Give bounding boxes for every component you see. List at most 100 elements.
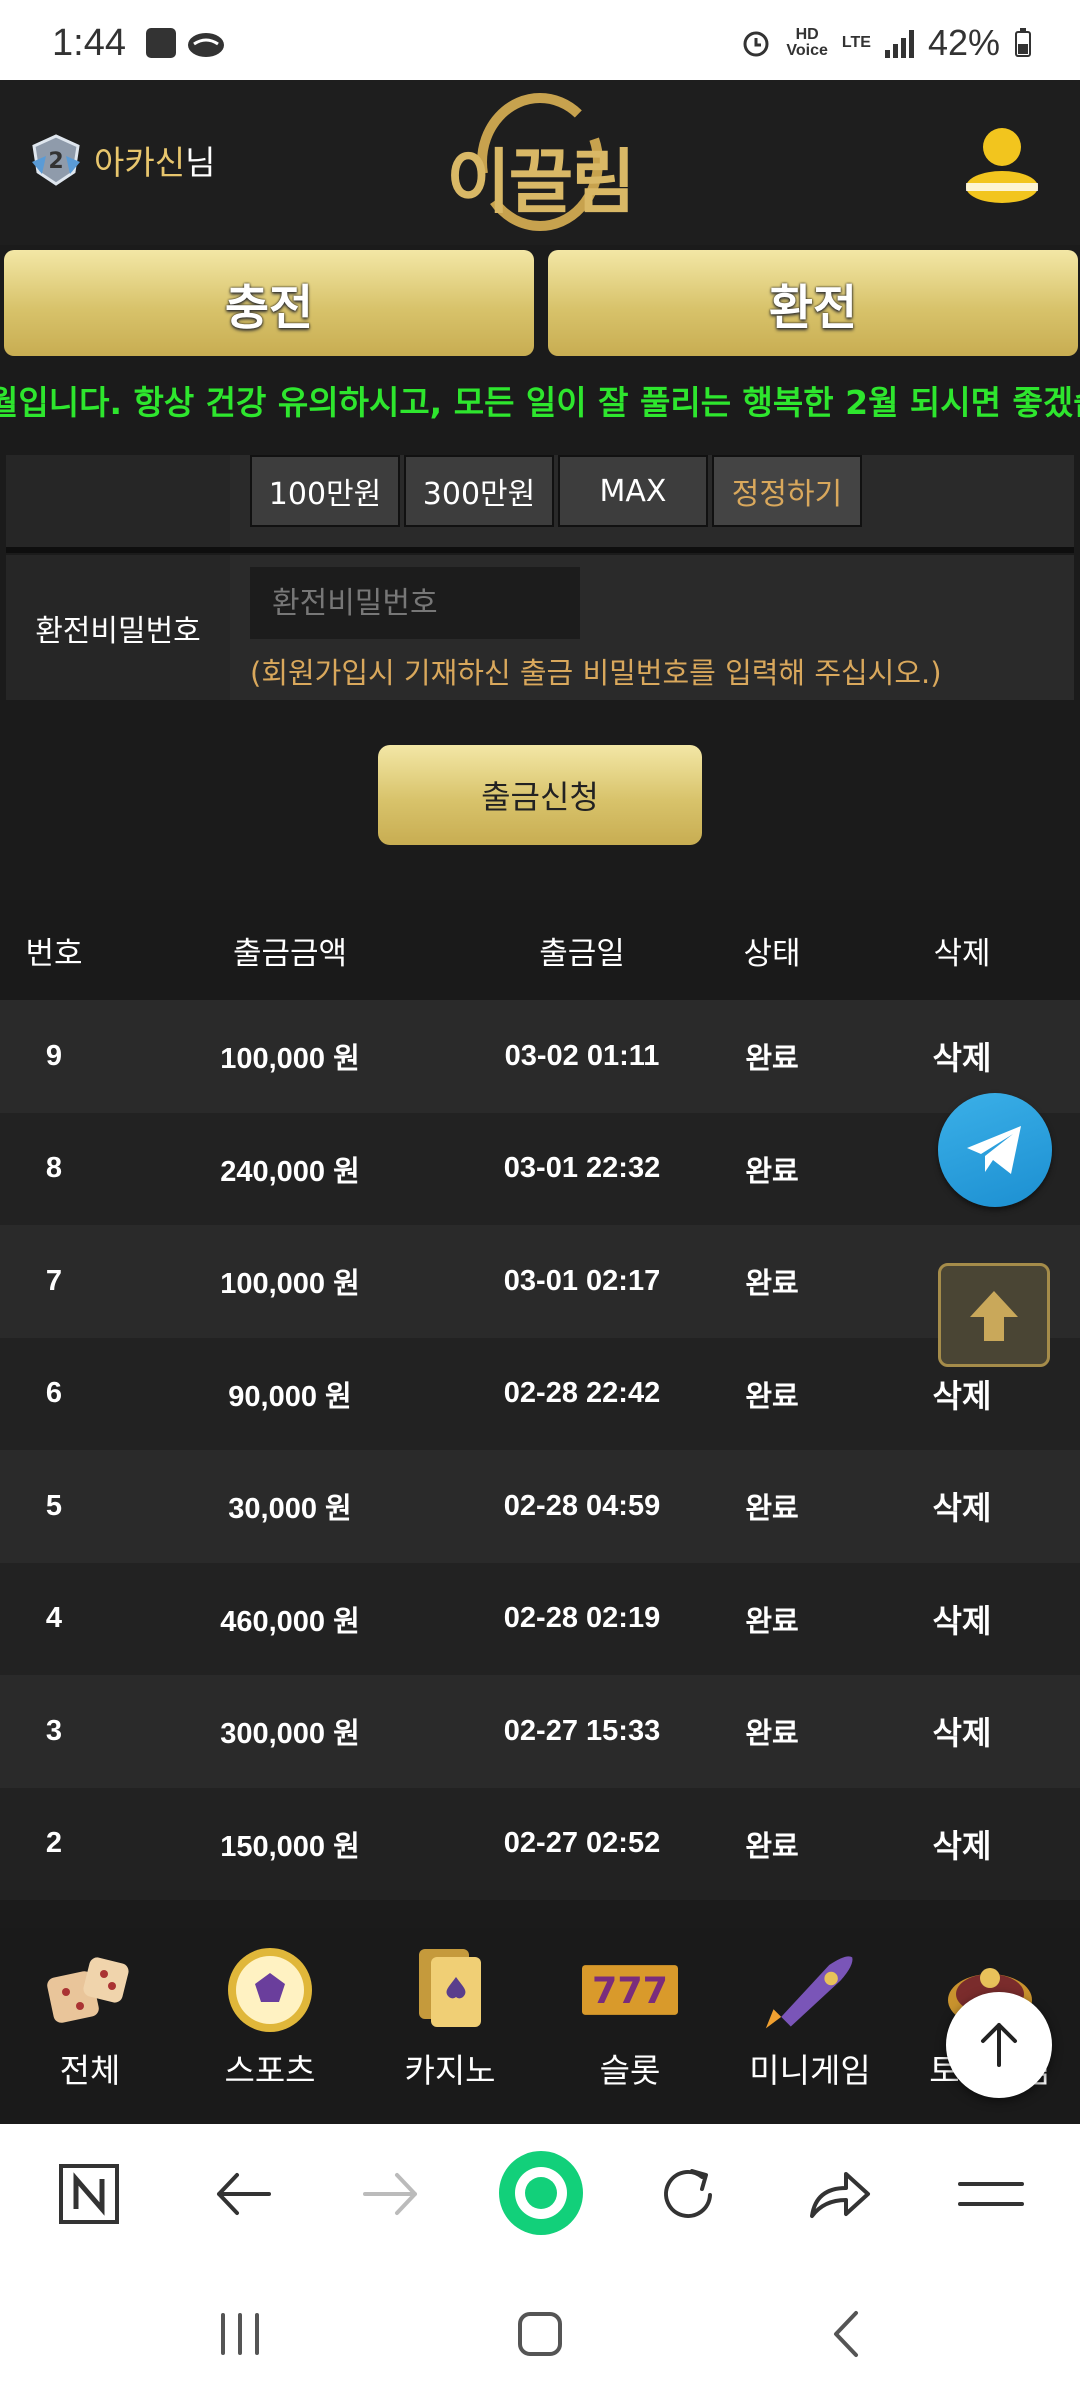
amount-1m-button[interactable]: 100만원 — [250, 455, 400, 527]
site-header: 2 아카신님 이끌림 — [0, 80, 1080, 245]
table-row: 7 100,000 원 03-01 02:17 완료 — [0, 1225, 1080, 1338]
row-no: 5 — [45, 1489, 63, 1522]
exchange-button[interactable]: 환전 — [548, 250, 1078, 356]
row-amount: 30,000 원 — [228, 1493, 352, 1526]
charge-button[interactable]: 충전 — [4, 250, 534, 356]
site-logo[interactable]: 이끌림 — [430, 90, 650, 240]
nav-label: 미니게임 — [749, 2051, 871, 2090]
share-button[interactable] — [804, 2159, 874, 2229]
row-amount: 300,000 원 — [220, 1718, 360, 1751]
row-status: 완료 — [745, 1718, 799, 1751]
scroll-top-button[interactable] — [938, 1263, 1050, 1367]
table-row: 5 30,000 원 02-28 04:59 완료 삭제 — [0, 1450, 1080, 1563]
nav-item-slot[interactable]: 777 슬롯 — [550, 1948, 710, 2092]
share-arrow-icon — [810, 2172, 870, 2218]
amount-row: 100만원 300만원 MAX 정정하기 — [6, 455, 1074, 547]
level-badge-icon: 2 — [32, 134, 80, 186]
task-check-icon — [146, 28, 176, 58]
green-dot-button[interactable] — [498, 2150, 584, 2236]
amount-max-button[interactable]: MAX — [558, 455, 708, 527]
col-amount: 출금금액 — [232, 935, 348, 972]
withdraw-request-button[interactable]: 출금신청 — [378, 745, 702, 845]
nav-item-casino[interactable]: 카지노 — [370, 1948, 530, 2092]
home-button[interactable] — [510, 2309, 570, 2359]
battery-percent: 42% — [927, 22, 1000, 63]
status-time: 1:44 — [52, 22, 126, 64]
network-type: LTE — [841, 34, 871, 51]
nav-item-all[interactable]: 전체 — [10, 1948, 170, 2092]
row-date: 02-27 02:52 — [503, 1827, 661, 1860]
nav-item-sports[interactable]: 스포츠 — [190, 1948, 350, 2092]
hd-voice-label: HD Voice — [786, 26, 828, 59]
row-date: 02-27 15:33 — [503, 1714, 661, 1747]
recent-apps-button[interactable] — [210, 2309, 270, 2359]
row-delete-button[interactable]: 삭제 — [852, 1483, 1072, 1529]
naver-home-button[interactable] — [54, 2159, 124, 2229]
reset-amount-button[interactable]: 정정하기 — [712, 455, 862, 527]
row-amount: 150,000 원 — [220, 1830, 360, 1863]
arrow-up-icon — [970, 1291, 1018, 1341]
row-status: 완료 — [745, 1155, 799, 1188]
row-delete-button[interactable]: 삭제 — [852, 1821, 1072, 1867]
username-suffix: 님 — [185, 143, 216, 182]
row-amount: 240,000 원 — [220, 1155, 360, 1188]
home-square-icon — [518, 2312, 562, 2356]
arrow-up-icon — [981, 2023, 1017, 2067]
slot-777-icon: 777 — [582, 1965, 678, 2015]
table-body: 9 100,000 원 03-02 01:11 완료 삭제 8 240,000 원 03-0… — [0, 1000, 1080, 1900]
row-no: 6 — [45, 1377, 63, 1410]
table-row: 4 460,000 원 02-28 02:19 완료 삭제 — [0, 1562, 1080, 1675]
row-delete-button[interactable]: 삭제 — [852, 1596, 1072, 1642]
nav-item-minigame[interactable]: 미니게임 — [730, 1948, 890, 2092]
row-date: 02-28 04:59 — [503, 1489, 661, 1522]
playing-cards-icon — [419, 1949, 481, 2027]
back-button[interactable] — [208, 2159, 278, 2229]
row-status: 완료 — [745, 1043, 799, 1076]
browser-toolbar — [0, 2124, 1080, 2264]
row-amount: 100,000 원 — [220, 1043, 360, 1076]
user-profile-icon[interactable] — [964, 125, 1040, 205]
dice-icon — [47, 1957, 129, 2023]
cloud-chat-icon — [188, 33, 224, 57]
logo-text: 이끌림 — [446, 141, 635, 223]
menu-button[interactable] — [956, 2159, 1026, 2229]
telegram-button[interactable] — [938, 1093, 1052, 1207]
forward-button[interactable] — [356, 2159, 426, 2229]
col-date: 출금일 — [539, 935, 625, 972]
row-status: 완료 — [745, 1268, 799, 1301]
row-amount: 460,000 원 — [220, 1605, 360, 1638]
row-no: 2 — [45, 1827, 63, 1860]
user-info[interactable]: 2 아카신님 — [28, 132, 215, 188]
svg-text:777: 777 — [592, 1969, 668, 2012]
row-amount: 90,000 원 — [228, 1380, 352, 1413]
amount-buttons: 100만원 300만원 MAX 정정하기 — [250, 455, 862, 527]
row-date: 02-28 22:42 — [503, 1377, 661, 1410]
row-date: 03-01 22:32 — [503, 1152, 661, 1185]
row-delete-button[interactable]: 삭제 — [852, 1371, 1072, 1417]
row-no: 4 — [45, 1602, 63, 1635]
row-delete-button[interactable]: 삭제 — [852, 1033, 1072, 1079]
password-hint: (회원가입시 기재하신 출금 비밀번호를 입력해 주십시오.) — [250, 656, 942, 690]
amount-3m-button[interactable]: 300만원 — [404, 455, 554, 527]
password-label: 환전비밀번호 — [6, 555, 230, 700]
nav-label: 카지노 — [404, 2051, 496, 2090]
nav-label: 슬롯 — [599, 2051, 661, 2090]
page-scroll-up-button[interactable] — [946, 1992, 1052, 2098]
reload-button[interactable] — [654, 2159, 724, 2229]
row-delete-button[interactable]: 삭제 — [852, 1708, 1072, 1754]
table-header: 번호 출금금액 출금일 상태 삭제 — [0, 900, 1080, 1000]
arrow-left-icon — [217, 2173, 271, 2215]
exchange-password-input[interactable] — [250, 567, 580, 639]
status-bar: 1:44 HD Voice LTE 42% — [0, 0, 1080, 80]
row-status: 완료 — [745, 1493, 799, 1526]
rocket-icon — [765, 1956, 853, 2029]
row-no: 8 — [45, 1152, 63, 1185]
system-back-button[interactable] — [816, 2309, 876, 2359]
row-no: 9 — [45, 1039, 63, 1072]
recent-apps-icon — [221, 2313, 259, 2355]
battery-icon — [1015, 28, 1031, 57]
col-status: 상태 — [743, 935, 801, 972]
row-status: 완료 — [745, 1605, 799, 1638]
table-row: 8 240,000 원 03-01 22:32 완료 — [0, 1112, 1080, 1225]
table-row: 3 300,000 원 02-27 15:33 완료 삭제 — [0, 1675, 1080, 1788]
